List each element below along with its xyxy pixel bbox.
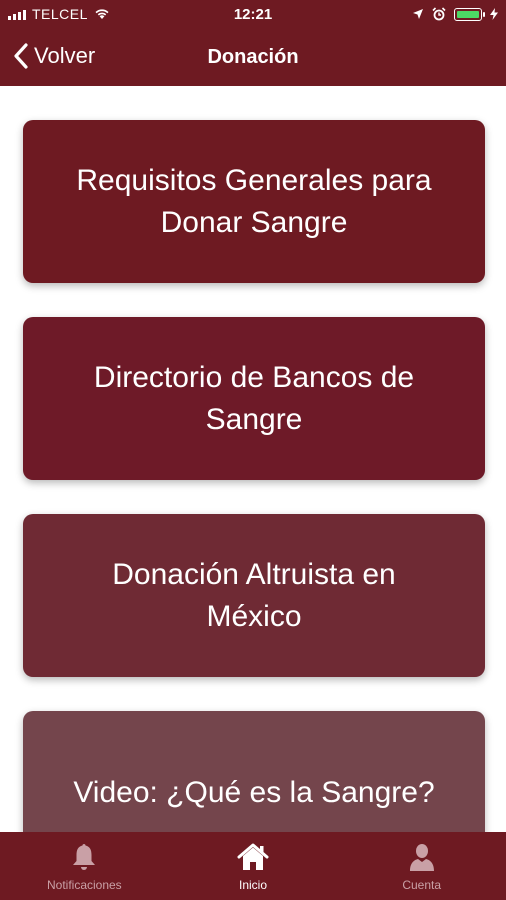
tab-inicio[interactable]: Inicio <box>169 832 338 900</box>
battery-icon <box>454 7 485 21</box>
page-title: Donación <box>207 46 299 68</box>
requisitos-button[interactable]: Requisitos Generales para Donar Sangre <box>23 120 485 283</box>
status-bar: TELCEL 12:21 <box>0 0 506 30</box>
tab-notificaciones[interactable]: Notificaciones <box>0 832 169 900</box>
requisitos-label: Requisitos Generales para Donar Sangre <box>76 163 432 239</box>
charging-bolt-icon <box>490 8 498 20</box>
tab-notificaciones-label: Notificaciones <box>46 878 122 892</box>
directorio-label: Directorio de Bancos de Sangre <box>93 360 415 436</box>
tab-cuenta-label: Cuenta <box>402 878 442 892</box>
video-sangre-label: Video: ¿Qué es la Sangre? <box>73 775 435 809</box>
user-icon <box>409 844 434 871</box>
tab-bar: Notificaciones Inicio Cuenta <box>0 832 506 900</box>
status-right <box>412 7 498 21</box>
donacion-altruista-label: Donación Altruista en México <box>112 557 396 633</box>
battery-fill <box>457 10 479 18</box>
location-arrow-icon <box>413 9 423 19</box>
donacion-altruista-button[interactable]: Donación Altruista en México <box>23 514 485 677</box>
alarm-clock-icon <box>432 7 446 21</box>
bell-icon <box>73 844 96 870</box>
tab-inicio-label: Inicio <box>239 878 268 892</box>
home-icon <box>237 843 269 870</box>
nav-bar: Volver Donación <box>0 30 506 86</box>
tab-cuenta[interactable]: Cuenta <box>337 832 506 900</box>
directorio-button[interactable]: Directorio de Bancos de Sangre <box>23 317 485 480</box>
